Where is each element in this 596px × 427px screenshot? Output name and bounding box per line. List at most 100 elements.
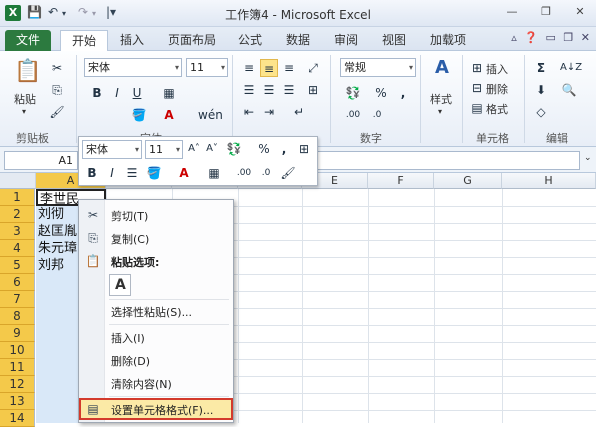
mini-font-name-combo[interactable]: 宋体 ▾	[82, 140, 142, 159]
font-name-combo[interactable]: 宋体 ▾	[84, 58, 182, 77]
merge-center-icon[interactable]: ⊞	[295, 140, 313, 158]
insert-cells-icon[interactable]: ⊞	[468, 59, 486, 77]
delete-cells-label[interactable]: 删除	[486, 81, 508, 97]
paste-icon[interactable]: 📋	[14, 57, 41, 87]
menu-item-clear-contents[interactable]: 清除内容(N)	[79, 372, 233, 394]
tab-addins[interactable]: 加载项	[428, 30, 468, 51]
row-header[interactable]: 2	[0, 206, 35, 223]
styles-icon[interactable]: A	[430, 59, 454, 85]
tab-page-layout[interactable]: 页面布局	[166, 30, 218, 51]
row-header[interactable]: 5	[0, 257, 35, 274]
menu-item-paste-special[interactable]: 选择性粘贴(S)...	[79, 300, 233, 322]
accounting-format-icon[interactable]: 💱	[225, 140, 243, 158]
increase-decimal-icon[interactable]: .00	[344, 106, 362, 124]
tab-view[interactable]: 视图	[380, 30, 408, 51]
mini-font-size-combo[interactable]: 11 ▾	[145, 140, 183, 159]
fill-color-icon[interactable]: 🪣	[145, 164, 163, 182]
tab-home[interactable]: 开始	[60, 30, 108, 51]
row-header[interactable]: 12	[0, 376, 35, 393]
wrap-text-icon[interactable]: ↵	[290, 103, 308, 121]
row-header[interactable]: 4	[0, 240, 35, 257]
format-painter-icon[interactable]: 🖌	[48, 103, 66, 121]
decrease-decimal-icon[interactable]: .0	[368, 106, 386, 124]
shrink-font-icon[interactable]: A˅	[203, 140, 221, 158]
align-center-icon[interactable]: ☰	[260, 81, 278, 99]
increase-indent-icon[interactable]: ⇥	[260, 103, 278, 121]
italic-icon[interactable]: I	[108, 84, 126, 102]
tab-formulas[interactable]: 公式	[236, 30, 264, 51]
merge-center-icon[interactable]: ⊞	[304, 81, 322, 99]
tab-data[interactable]: 数据	[284, 30, 312, 51]
bold-icon[interactable]: B	[83, 164, 101, 182]
row-header[interactable]: 10	[0, 342, 35, 359]
fill-color-icon[interactable]: 🪣	[130, 106, 148, 124]
menu-item-copy[interactable]: ⎘ 复制(C)	[79, 227, 233, 249]
fill-icon[interactable]: ⬇	[532, 81, 550, 99]
cut-icon[interactable]: ✂	[48, 59, 66, 77]
menu-item-insert[interactable]: 插入(I)	[79, 326, 233, 348]
decrease-decimal-icon[interactable]: .0	[257, 164, 275, 182]
tab-review[interactable]: 审阅	[332, 30, 360, 51]
number-format-combo[interactable]: 常规 ▾	[340, 58, 416, 77]
minimize-ribbon-icon[interactable]: ▵	[511, 31, 517, 44]
comma-style-icon[interactable]: ,	[394, 84, 412, 102]
phonetic-icon[interactable]: wén	[198, 106, 223, 124]
orientation-icon[interactable]: ⤢	[304, 59, 322, 77]
border-icon[interactable]: ▦	[160, 84, 178, 102]
column-header[interactable]: F	[368, 173, 434, 189]
align-bottom-icon[interactable]: ≡	[280, 59, 298, 77]
align-left-icon[interactable]: ☰	[240, 81, 258, 99]
align-right-icon[interactable]: ☰	[280, 81, 298, 99]
format-cells-icon[interactable]: ▤	[468, 99, 486, 117]
row-header[interactable]: 11	[0, 359, 35, 376]
doc-minimize-icon[interactable]: ▭	[546, 31, 556, 44]
restore-button[interactable]: ❐	[536, 4, 556, 20]
formula-input[interactable]	[314, 151, 580, 170]
align-middle-icon[interactable]: ≡	[260, 59, 278, 77]
italic-icon[interactable]: I	[103, 164, 121, 182]
border-icon[interactable]: ▦	[205, 164, 223, 182]
doc-close-icon[interactable]: ✕	[581, 31, 590, 44]
find-select-icon[interactable]: 🔍	[560, 81, 578, 99]
name-box[interactable]: A1	[4, 151, 78, 170]
grow-font-icon[interactable]: A˄	[185, 140, 203, 158]
percent-icon[interactable]: %	[255, 140, 273, 158]
row-header[interactable]: 6	[0, 274, 35, 291]
font-color-icon[interactable]: A	[160, 106, 178, 124]
insert-cells-label[interactable]: 插入	[486, 61, 508, 77]
paste-option-button[interactable]: A	[109, 274, 131, 296]
doc-restore-icon[interactable]: ❐	[563, 31, 573, 44]
copy-icon[interactable]: ⎘	[48, 81, 66, 99]
autosum-icon[interactable]: Σ	[532, 59, 550, 77]
bold-icon[interactable]: B	[88, 84, 106, 102]
styles-dropdown-icon[interactable]: ▾	[438, 107, 442, 116]
column-header[interactable]: H	[502, 173, 596, 189]
paste-label[interactable]: 粘贴	[14, 91, 36, 107]
row-header[interactable]: 9	[0, 325, 35, 342]
row-header[interactable]: 13	[0, 393, 35, 410]
accounting-format-icon[interactable]: 💱	[344, 84, 362, 102]
sort-filter-icon[interactable]: A↓Z	[560, 59, 582, 77]
select-all-corner[interactable]	[0, 173, 36, 189]
tab-file[interactable]: 文件	[5, 30, 51, 51]
row-header[interactable]: 7	[0, 291, 35, 308]
comma-style-icon[interactable]: ,	[275, 140, 293, 158]
decrease-indent-icon[interactable]: ⇤	[240, 103, 258, 121]
help-icon[interactable]: ❓	[524, 31, 538, 44]
align-top-icon[interactable]: ≡	[240, 59, 258, 77]
menu-item-cut[interactable]: ✂ 剪切(T)	[79, 204, 233, 226]
row-header[interactable]: 1	[0, 189, 35, 206]
format-cells-label[interactable]: 格式	[486, 101, 508, 117]
underline-icon[interactable]: U	[128, 84, 146, 102]
format-painter-icon[interactable]: 🖌	[279, 164, 297, 182]
row-header[interactable]: 8	[0, 308, 35, 325]
paste-dropdown-icon[interactable]: ▾	[22, 107, 26, 116]
styles-label[interactable]: 样式	[430, 91, 452, 107]
font-size-combo[interactable]: 11 ▾	[186, 58, 228, 77]
row-header[interactable]: 3	[0, 223, 35, 240]
expand-formula-bar-icon[interactable]: ⌄	[584, 153, 592, 163]
row-header[interactable]: 14	[0, 410, 35, 427]
menu-item-delete[interactable]: 删除(D)	[79, 349, 233, 371]
close-button[interactable]: ✕	[570, 4, 590, 20]
align-center-icon[interactable]: ☰	[123, 164, 141, 182]
